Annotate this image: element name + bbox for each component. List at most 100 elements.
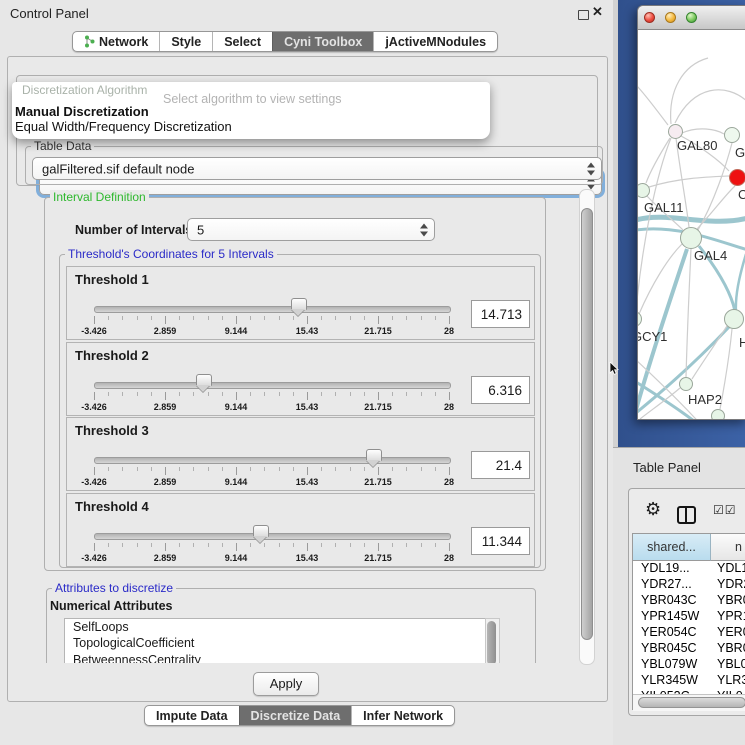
cell-name[interactable]: YBL0: [710, 657, 745, 671]
cell-shared-name[interactable]: YLR345W: [633, 673, 710, 687]
tick-mark: [449, 467, 450, 475]
cell-shared-name[interactable]: YBR043C: [633, 593, 710, 607]
attribute-list-item[interactable]: BetweennessCentrality: [65, 652, 486, 663]
slider-track[interactable]: [94, 533, 451, 540]
slider-thumb[interactable]: [253, 525, 269, 537]
thresholds-group-label: Threshold's Coordinates for 5 Intervals: [65, 247, 277, 261]
cell-name[interactable]: YDL1: [710, 561, 745, 575]
tab-cyni-toolbox[interactable]: Cyni Toolbox: [272, 32, 373, 51]
table-row[interactable]: YBL079WYBL0: [633, 657, 745, 673]
network-node[interactable]: [711, 409, 725, 419]
network-node-gal80[interactable]: [668, 124, 683, 139]
tick-mark: [406, 467, 407, 471]
network-node-ga[interactable]: [724, 127, 740, 143]
table-row[interactable]: YPR145WYPR1: [633, 609, 745, 625]
cell-name[interactable]: YPR1: [710, 609, 745, 623]
cell-shared-name[interactable]: YER054C: [633, 625, 710, 639]
network-node-hap2[interactable]: [679, 377, 693, 391]
network-window-titlebar[interactable]: [638, 6, 745, 30]
cell-shared-name[interactable]: YBL079W: [633, 657, 710, 671]
tick-mark: [279, 467, 280, 471]
tick-mark: [335, 467, 336, 471]
close-icon[interactable]: ✕: [592, 4, 603, 20]
cell-name[interactable]: YLR3: [710, 673, 745, 687]
table-data-group: Table Data galFiltered.sif default node: [25, 146, 603, 185]
slider-thumb[interactable]: [291, 298, 307, 310]
table-row[interactable]: YLR345WYLR3: [633, 673, 745, 689]
float-window-icon[interactable]: [578, 10, 589, 20]
table-panel-title: Table Panel: [633, 460, 701, 475]
tick-mark: [236, 543, 237, 551]
slider-track[interactable]: [94, 382, 451, 389]
algorithm-placeholder-item[interactable]: Select algorithm to view settings: [163, 92, 342, 106]
scrollbar-thumb[interactable]: [638, 697, 745, 708]
table-row[interactable]: YBR045CYBR0: [633, 641, 745, 657]
network-node-gal4[interactable]: [680, 227, 702, 249]
slider-thumb[interactable]: [196, 374, 212, 386]
network-node-gal11[interactable]: [638, 183, 650, 198]
attributes-listbox[interactable]: SelfLoopsTopologicalCoefficientBetweenne…: [64, 618, 487, 663]
threshold-value-field[interactable]: 6.316: [471, 376, 530, 404]
apply-button[interactable]: Apply: [253, 672, 319, 696]
cell-shared-name[interactable]: YDR27...: [633, 577, 710, 591]
tab-jactivemnodules[interactable]: jActiveMNodules: [373, 32, 497, 51]
cell-name[interactable]: YER0: [710, 625, 745, 639]
gear-icon[interactable]: ⚙: [645, 499, 661, 520]
close-traffic-light-icon[interactable]: [644, 12, 655, 23]
threshold-value-field[interactable]: 11.344: [471, 527, 530, 555]
tab-infer-network[interactable]: Infer Network: [351, 706, 454, 725]
cell-name[interactable]: YBR0: [710, 641, 745, 655]
scrollbar-thumb[interactable]: [487, 621, 496, 663]
table-row[interactable]: YBR043CYBR0: [633, 593, 745, 609]
tab-impute-data[interactable]: Impute Data: [145, 706, 239, 725]
attribute-list-item[interactable]: TopologicalCoefficient: [65, 635, 486, 651]
cell-shared-name[interactable]: YBR045C: [633, 641, 710, 655]
select-checkboxes-icon[interactable]: ☑☑: [713, 503, 737, 517]
cell-shared-name[interactable]: YPR145W: [633, 609, 710, 623]
scrollbar-thumb[interactable]: [581, 208, 593, 640]
tab-style[interactable]: Style: [159, 32, 212, 51]
tab-label: Cyni Toolbox: [284, 35, 362, 49]
algorithm-option-2[interactable]: Equal Width/Frequency Discretization: [15, 119, 232, 134]
table-row[interactable]: YDR27...YDR2: [633, 577, 745, 593]
network-node-h[interactable]: [724, 309, 744, 329]
interval-definition-label: Interval Definition: [50, 190, 149, 204]
zoom-traffic-light-icon[interactable]: [686, 12, 697, 23]
network-canvas[interactable]: GAL80GACGAL11GAL4GCY1HHAP2: [638, 30, 745, 419]
cyni-toolbox-content: Table Data galFiltered.sif default node …: [7, 56, 608, 702]
number-of-intervals-value: 5: [197, 222, 204, 237]
slider-track[interactable]: [94, 457, 451, 464]
algorithm-option-1[interactable]: Manual Discretization: [15, 104, 149, 119]
table-data-combobox[interactable]: galFiltered.sif default node: [32, 157, 602, 180]
table-row[interactable]: YER054CYER0: [633, 625, 745, 641]
tab-select[interactable]: Select: [212, 32, 272, 51]
column-header-shared-name[interactable]: shared...: [633, 534, 711, 561]
number-of-intervals-combobox[interactable]: 5: [187, 218, 435, 241]
slider-thumb[interactable]: [366, 449, 382, 461]
tick-label: 2.859: [154, 326, 177, 336]
settings-vertical-scrollbar[interactable]: [579, 189, 595, 665]
table-row[interactable]: YDL19...YDL1: [633, 561, 745, 577]
columns-icon[interactable]: [677, 506, 696, 524]
tick-mark: [108, 392, 109, 396]
cell-name[interactable]: YDR2: [710, 577, 745, 591]
threshold-value-field[interactable]: 14.713: [471, 300, 530, 328]
tick-label: 28: [444, 553, 454, 563]
tick-label: 21.715: [364, 477, 392, 487]
tick-mark: [350, 543, 351, 547]
tab-network[interactable]: Network: [73, 32, 159, 51]
table-horizontal-scrollbar[interactable]: [633, 694, 745, 711]
minimize-traffic-light-icon[interactable]: [665, 12, 676, 23]
cell-name[interactable]: YBR0: [710, 593, 745, 607]
tick-mark: [307, 316, 308, 324]
column-header-name[interactable]: n: [711, 534, 745, 561]
network-node-c[interactable]: [729, 169, 745, 186]
attributes-list-scrollbar[interactable]: [485, 618, 500, 663]
network-window[interactable]: GAL80GACGAL11GAL4GCY1HHAP2: [637, 5, 745, 420]
tab-discretize-data[interactable]: Discretize Data: [239, 706, 352, 725]
attribute-list-item[interactable]: SelfLoops: [65, 619, 486, 635]
cell-shared-name[interactable]: YDL19...: [633, 561, 710, 575]
slider-track[interactable]: [94, 306, 451, 313]
threshold-value-field[interactable]: 21.4: [471, 451, 530, 479]
tick-mark: [335, 316, 336, 320]
